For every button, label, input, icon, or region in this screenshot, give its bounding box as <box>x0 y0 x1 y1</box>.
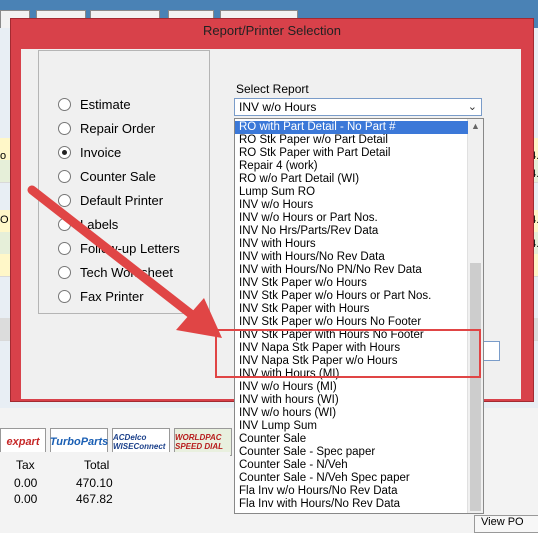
arrow-shaft <box>27 185 201 323</box>
red-arrow-annotation <box>27 185 222 338</box>
